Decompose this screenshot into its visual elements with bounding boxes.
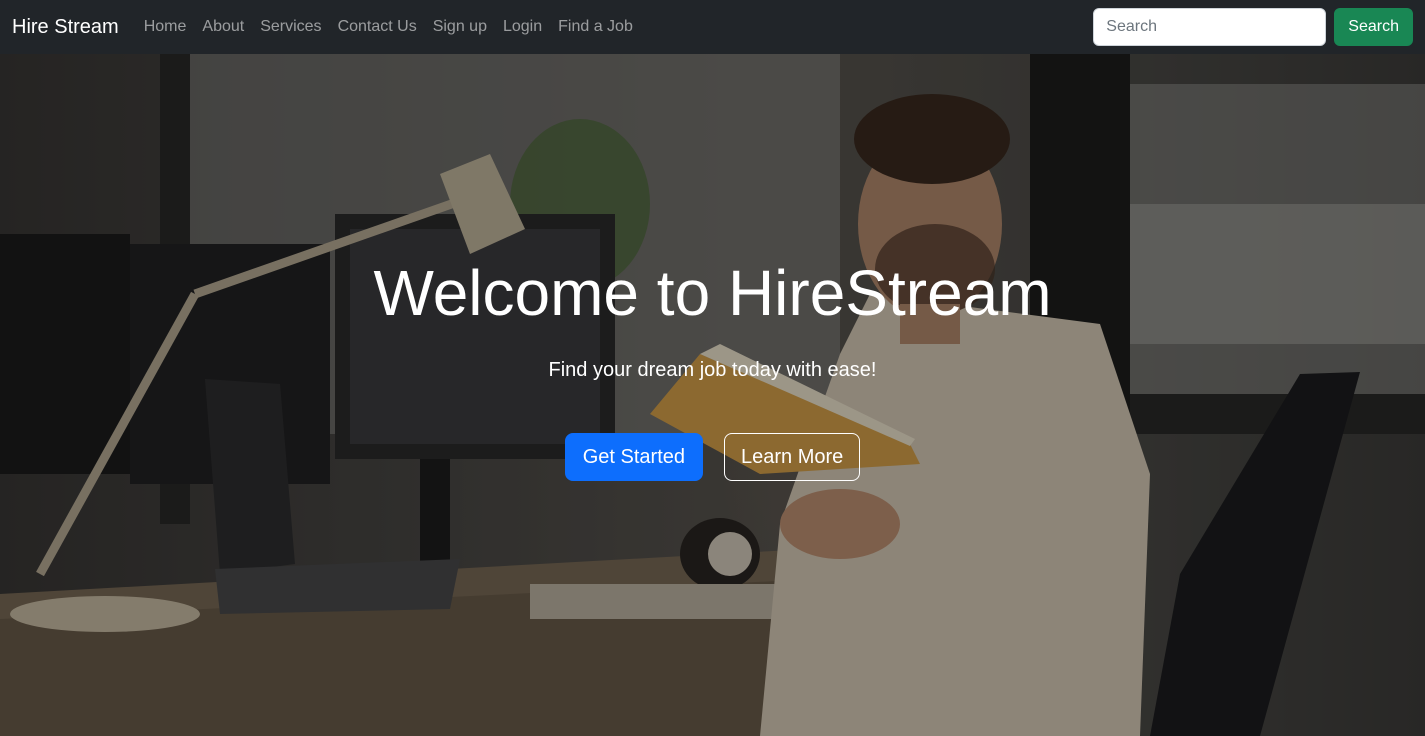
get-started-button[interactable]: Get Started (564, 433, 703, 481)
hero-section: Welcome to HireStream Find your dream jo… (0, 54, 1425, 736)
nav-link-services[interactable]: Services (252, 18, 329, 36)
nav-link-login[interactable]: Login (495, 18, 550, 36)
nav-link-find-a-job[interactable]: Find a Job (550, 18, 641, 36)
hero-title: Welcome to HireStream (373, 257, 1052, 329)
hero-content: Welcome to HireStream Find your dream jo… (0, 54, 1425, 736)
navbar: Hire Stream Home About Services Contact … (0, 0, 1425, 54)
learn-more-button[interactable]: Learn More (724, 433, 861, 481)
hero-buttons: Get Started Learn More (0, 433, 1425, 481)
nav-link-contact-us[interactable]: Contact Us (330, 18, 425, 36)
nav-link-sign-up[interactable]: Sign up (425, 18, 495, 36)
search-input[interactable] (1093, 8, 1327, 46)
brand-logo[interactable]: Hire Stream (12, 16, 119, 39)
hero-subtitle: Find your dream job today with ease! (548, 359, 877, 381)
search-form: Search (1093, 8, 1413, 46)
nav-links: Home About Services Contact Us Sign up L… (136, 18, 641, 36)
nav-link-home[interactable]: Home (136, 18, 195, 36)
nav-link-about[interactable]: About (194, 18, 252, 36)
search-button[interactable]: Search (1334, 8, 1413, 46)
